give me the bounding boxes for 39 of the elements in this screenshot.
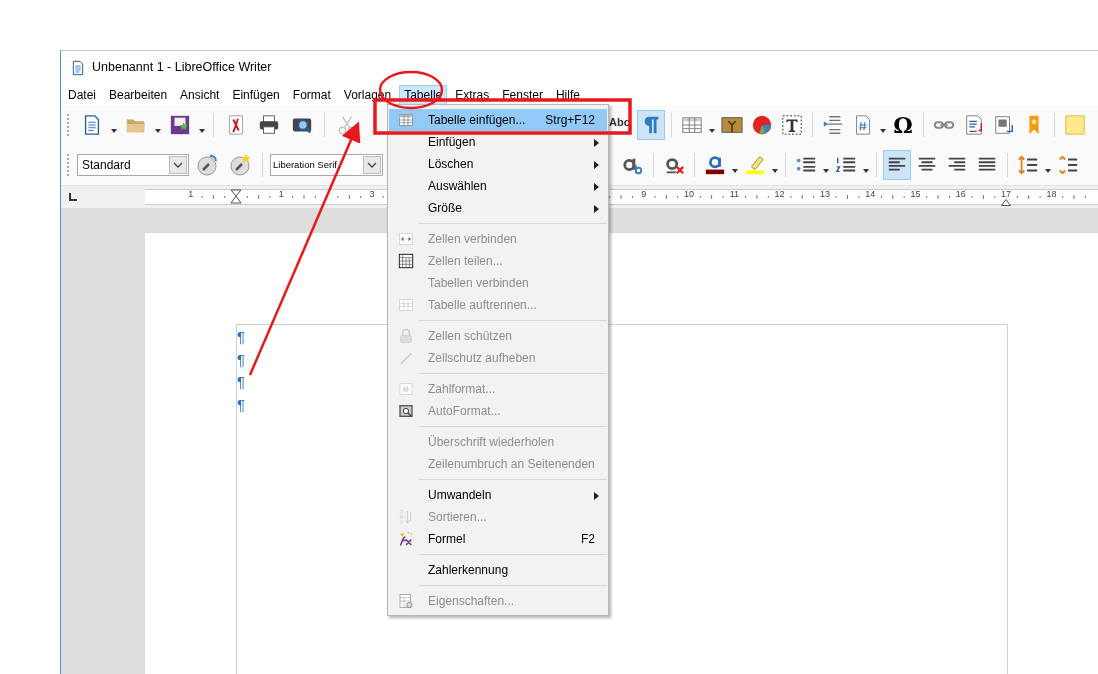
ruler-number: 1 (278, 189, 284, 199)
submenu-item[interactable]: Größe (389, 197, 607, 219)
menu-item[interactable]: Fenster (497, 84, 548, 105)
submenu-item[interactable]: Auswählen (389, 175, 607, 197)
menu-item[interactable]: Zahlerkennung (389, 559, 607, 581)
ruler-number: 15 (910, 189, 921, 199)
ruler-number: 9 (641, 189, 647, 199)
ruler-number: 18 (1046, 189, 1057, 199)
ruler-number: 3 (369, 189, 375, 199)
menu-item[interactable]: Formel F2 (389, 528, 607, 550)
window-title: Unbenannt 1 - LibreOffice Writer (92, 59, 272, 77)
ruler-number: 10 (684, 189, 694, 199)
paragraph-mark: ¶ (237, 394, 247, 415)
shortcut-text: Strg+F12 (545, 112, 595, 129)
paragraph-mark: ¶ (237, 327, 247, 347)
submenu-item[interactable]: Löschen (389, 153, 607, 175)
menu-item[interactable]: Format (287, 84, 336, 105)
special-character-button[interactable]: Ω (889, 110, 917, 140)
menu-item[interactable]: Datei (63, 84, 101, 105)
menu-item[interactable]: Bearbeiten (104, 84, 173, 105)
shortcut-text: F2 (581, 531, 595, 548)
menu-item[interactable]: Hilfe (550, 84, 585, 105)
font-name-combobox[interactable]: Liberation Serif (270, 154, 383, 176)
paragraph-mark: ¶ (237, 372, 247, 392)
ruler-number: 12 (774, 189, 785, 199)
ruler-number: 13 (819, 189, 830, 199)
ruler-number: 17 (1001, 189, 1012, 199)
ruler-number: 16 (955, 189, 966, 199)
menu-item[interactable]: Extras (450, 84, 495, 105)
menu-item[interactable]: Einfügen (227, 84, 285, 105)
ruler-number: 11 (729, 189, 739, 199)
paragraph-mark: ¶ (237, 349, 247, 370)
submenu-item[interactable]: Umwandeln (389, 484, 607, 506)
menu-item[interactable]: Ansicht (175, 84, 225, 105)
ruler-number: 1 (188, 189, 194, 199)
ruler-number: 14 (865, 189, 876, 199)
menu-item[interactable]: Tabelle einfügen... Strg+F12 (389, 109, 607, 131)
paragraph-style-combobox[interactable]: Standard (77, 154, 189, 176)
submenu-item[interactable]: Einfügen (389, 131, 607, 153)
